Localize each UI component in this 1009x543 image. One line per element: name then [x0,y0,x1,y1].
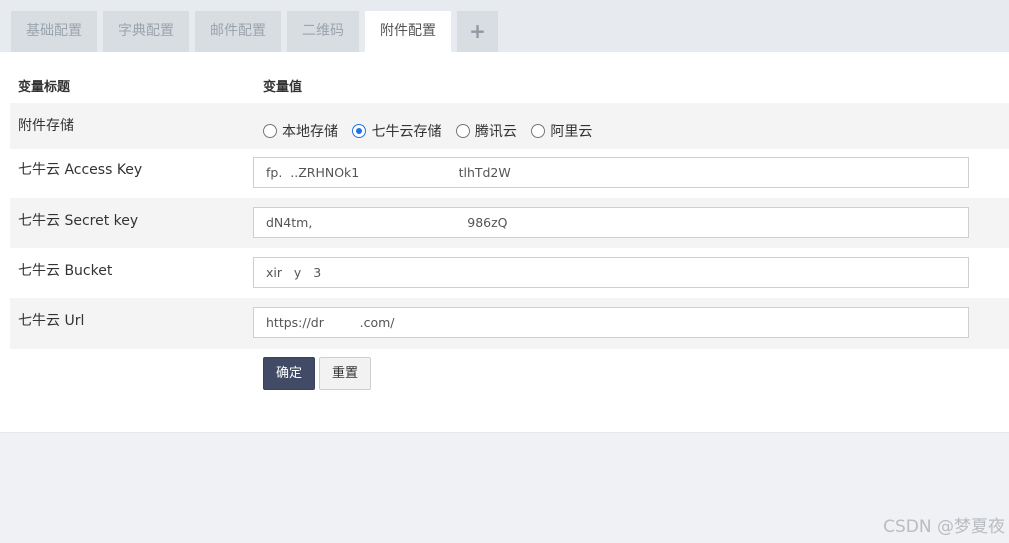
radio-qiniu-storage[interactable]: 七牛云存储 [352,121,441,141]
radio-circle-icon [455,124,470,138]
reset-button[interactable]: 重置 [319,357,371,390]
secret-key-label: 七牛云 Secret key [18,213,139,229]
tab-bar: 基础配置 字典配置 邮件配置 二维码 附件配置 + [0,0,1009,52]
config-panel: 变量标题 变量值 附件存储 本地存储 七牛云存储 腾讯云 阿里云 七牛云 Acc… [0,52,1009,433]
bucket-label: 七牛云 Bucket [18,263,113,279]
bucket-input[interactable] [253,257,969,288]
column-header-value: 变量值 [263,80,303,95]
url-label: 七牛云 Url [18,313,85,329]
radio-qiniu-label: 七牛云存储 [371,124,442,140]
secret-key-input[interactable] [253,207,969,238]
radio-local-storage[interactable]: 本地存储 [263,121,338,141]
storage-radio-group: 本地存储 七牛云存储 腾讯云 阿里云 [263,121,602,141]
radio-tencent-label: 腾讯云 [474,124,517,140]
radio-local-label: 本地存储 [282,124,338,140]
tab-mail-config[interactable]: 邮件配置 [195,11,281,52]
radio-aliyun[interactable]: 阿里云 [531,121,592,141]
watermark: CSDN @梦夏夜 [883,517,1005,537]
url-input[interactable] [253,307,969,338]
storage-label: 附件存储 [18,118,74,134]
add-tab-button[interactable]: + [457,11,498,52]
radio-circle-icon [263,124,277,138]
tab-qrcode[interactable]: 二维码 [287,11,359,52]
access-key-input[interactable] [253,157,969,188]
radio-aliyun-label: 阿里云 [550,124,593,140]
tab-basic-config[interactable]: 基础配置 [11,11,97,52]
submit-button[interactable]: 确定 [263,357,315,390]
access-key-label: 七牛云 Access Key [18,162,143,178]
storage-row: 附件存储 本地存储 七牛云存储 腾讯云 阿里云 [10,103,1009,149]
radio-checked-icon [352,124,367,138]
tab-attachment-config[interactable]: 附件配置 [365,11,451,52]
tab-dictionary-config[interactable]: 字典配置 [103,11,189,52]
radio-circle-icon [531,124,546,138]
radio-tencent-cloud[interactable]: 腾讯云 [455,121,517,141]
column-header-title: 变量标题 [18,80,71,95]
